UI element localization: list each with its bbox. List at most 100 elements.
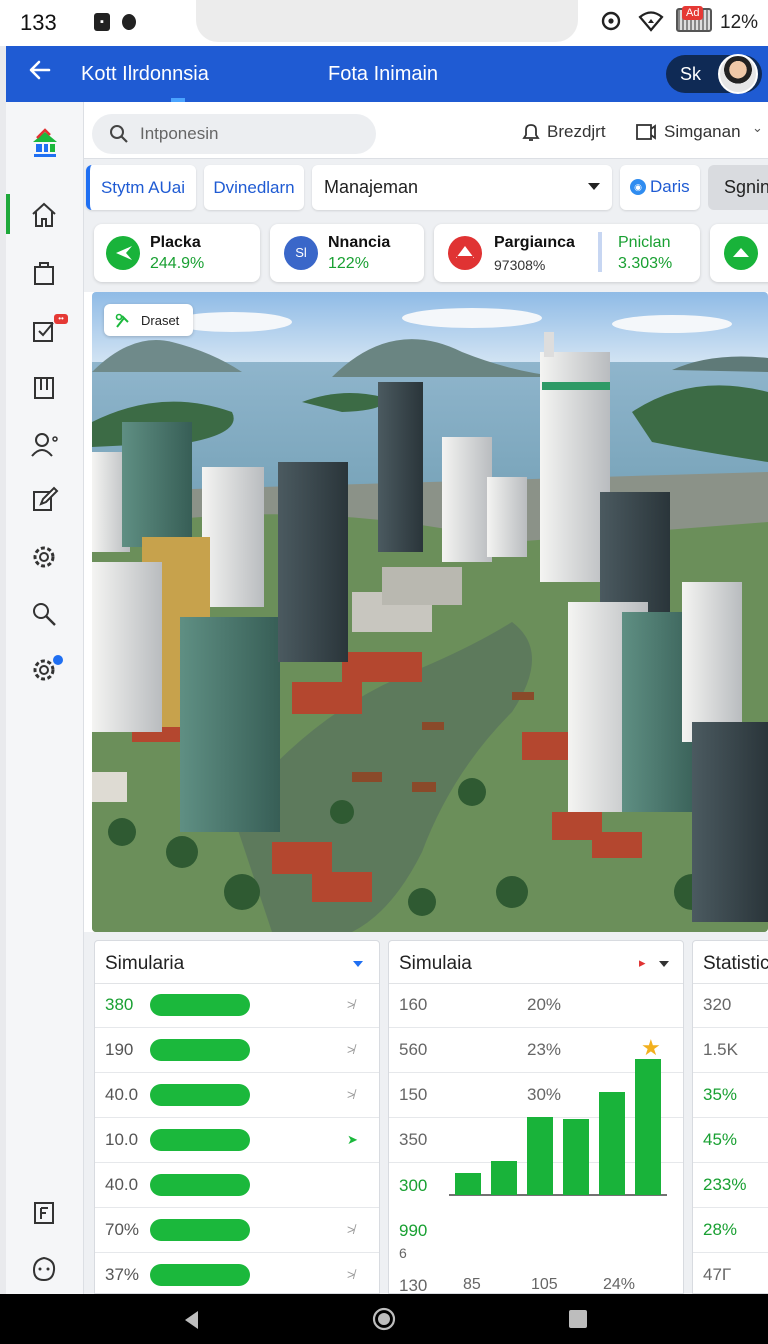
table-row: 45% xyxy=(693,1118,768,1163)
sort-icon: ➤ xyxy=(347,1132,358,1147)
flag-icon: ▸ xyxy=(639,955,646,970)
progress-bar xyxy=(150,1129,250,1151)
title-underline xyxy=(171,98,185,102)
sidebar-item-projects[interactable] xyxy=(29,258,59,288)
finance-icon: Sl xyxy=(284,236,318,270)
alarm-icon xyxy=(600,10,622,38)
sidebar-active-indicator xyxy=(6,194,10,234)
nav-home-icon[interactable] xyxy=(372,1307,396,1331)
search-icon xyxy=(110,125,128,143)
stat-value: 233% xyxy=(703,1175,747,1194)
app-logo-icon xyxy=(33,128,57,157)
table-cell: 560 xyxy=(399,1040,428,1059)
sidebar-item-preferences[interactable] xyxy=(29,655,63,685)
sidebar-item-settings[interactable] xyxy=(29,542,59,572)
list-item[interactable]: 190 ≯ xyxy=(95,1028,379,1073)
progress-bar xyxy=(150,1084,250,1106)
notifications-link[interactable]: Brezdjrt xyxy=(520,122,610,144)
table-cell: 150 xyxy=(399,1085,428,1104)
panel-title: Simularia xyxy=(105,953,185,974)
sort-icon: ≯ xyxy=(347,997,355,1012)
kpi-card[interactable]: Sl Nnancia 122% xyxy=(270,224,424,282)
sort-icon: ≯ xyxy=(347,1042,355,1057)
chevron-down-icon[interactable] xyxy=(659,961,669,967)
stat-value: 320 xyxy=(703,995,732,1014)
chart-bar xyxy=(599,1092,625,1195)
system-nav-bar xyxy=(0,1294,768,1344)
row-value: 10.0 xyxy=(105,1130,139,1149)
chevron-down-icon[interactable] xyxy=(353,961,363,967)
dataset-icon xyxy=(115,313,129,328)
page-title: Fota Inimain xyxy=(328,63,439,85)
row-value: 40.0 xyxy=(105,1175,139,1194)
search-input[interactable] xyxy=(140,120,360,148)
management-select[interactable]: Manajeman xyxy=(312,165,612,210)
kpi-card[interactable] xyxy=(710,224,768,282)
app-root: 133 ▪ Ad 12% Kott Ilrdonnsia Fota Inimai… xyxy=(0,0,768,1344)
tab-dashboard[interactable]: Dvinedlarn xyxy=(204,165,304,210)
table-row: 35% xyxy=(693,1073,768,1118)
nav-back-icon[interactable] xyxy=(182,1309,202,1331)
chevron-down-icon: ⌄ xyxy=(752,120,763,135)
avatar[interactable] xyxy=(718,54,758,94)
progress-bar xyxy=(150,1264,250,1286)
user-icon xyxy=(31,433,58,457)
kpi-divider xyxy=(598,232,602,272)
list-item[interactable]: 40.0 ≯ xyxy=(95,1073,379,1118)
kpi-value: 97308% xyxy=(494,257,546,273)
dataset-chip[interactable]: Draset xyxy=(104,304,193,336)
battery-percent: 12% xyxy=(720,12,759,33)
back-button[interactable] xyxy=(28,58,52,88)
sidebar-item-home[interactable] xyxy=(29,200,59,230)
sidebar-item-files[interactable] xyxy=(29,1198,59,1228)
progress-bar xyxy=(150,1039,250,1061)
list-item[interactable]: 10.0 ➤ xyxy=(95,1118,379,1163)
user-initials: Sk xyxy=(680,64,702,84)
sidebar-item-tasks[interactable]: •• xyxy=(29,314,68,345)
daris-button[interactable]: ◉ Daris xyxy=(620,165,700,210)
mini-bar-chart xyxy=(449,1059,667,1196)
chart-bar xyxy=(491,1161,517,1195)
sidebar-item-reports[interactable] xyxy=(29,373,59,403)
row-value: 40.0 xyxy=(105,1085,139,1104)
saved-link[interactable]: Simganan ⌄ xyxy=(635,120,765,144)
kpi-card[interactable]: Placka 244.9% xyxy=(94,224,260,282)
sort-icon: ≯ xyxy=(347,1087,355,1102)
list-item[interactable]: 70% ≯ xyxy=(95,1208,379,1253)
dataset-label: Draset xyxy=(141,313,180,328)
saved-link-label: Simganan xyxy=(664,122,741,141)
stat-value: 45% xyxy=(703,1130,738,1149)
notification-badge: •• xyxy=(54,314,68,324)
list-item[interactable]: 380 ≯ xyxy=(95,983,379,1028)
management-select-value: Manajeman xyxy=(324,177,419,197)
tab-system[interactable]: Stytm AUai xyxy=(86,165,196,210)
app-title: Kott Ilrdonnsia xyxy=(81,63,209,85)
notification-icon xyxy=(122,14,136,30)
sign-in-button[interactable]: Sgnin xyxy=(708,165,768,210)
row-value: 190 xyxy=(105,1040,134,1059)
stat-value: 28% xyxy=(703,1220,738,1239)
panel-title: Statistic xyxy=(703,953,768,974)
table-cell: 350 xyxy=(399,1130,428,1149)
stat-value: 47Γ xyxy=(703,1265,732,1284)
stat-value: 1.5K xyxy=(703,1040,738,1059)
sidebar-item-search[interactable] xyxy=(29,599,59,629)
search-bar[interactable] xyxy=(92,114,376,154)
sort-icon: ≯ xyxy=(347,1267,355,1282)
camera-notch xyxy=(196,0,578,42)
progress-bar xyxy=(150,1174,250,1196)
star-icon[interactable]: ★ xyxy=(641,1035,661,1061)
sidebar-item-help[interactable] xyxy=(29,1254,59,1284)
sidebar-item-users[interactable] xyxy=(29,430,59,460)
arrow-left-icon xyxy=(29,60,51,80)
kpi-card[interactable]: Pargiaınca 97308% Pniclan 3.303% xyxy=(434,224,700,282)
list-item[interactable]: 40.0 xyxy=(95,1163,379,1208)
city-aerial-photo xyxy=(92,292,768,932)
table-row: 1.5K xyxy=(693,1028,768,1073)
nav-recents-icon[interactable] xyxy=(568,1309,588,1329)
kpi-title: Pniclan xyxy=(618,234,671,251)
list-item[interactable]: 37% ≯ xyxy=(95,1253,379,1293)
help-icon xyxy=(32,1256,56,1282)
status-time: 133 xyxy=(20,10,57,35)
sidebar-item-edit[interactable] xyxy=(29,485,59,515)
